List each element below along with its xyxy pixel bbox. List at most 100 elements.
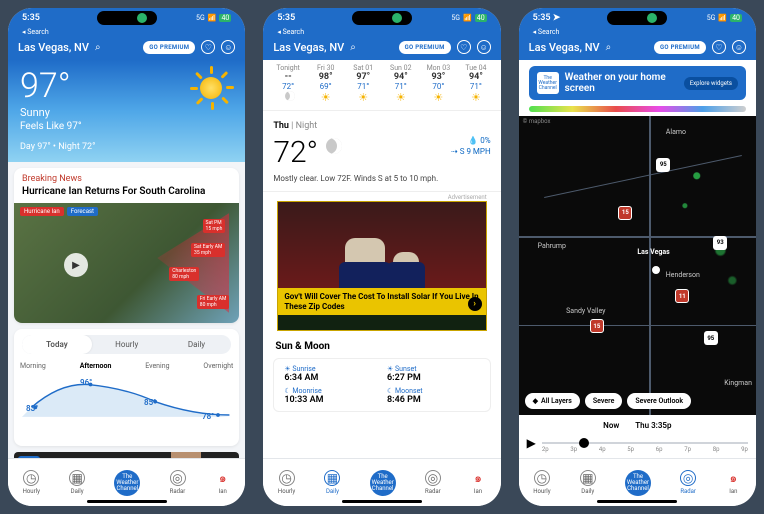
location-label[interactable]: Las Vegas, NV — [18, 41, 89, 54]
home-indicator — [342, 500, 422, 503]
chip-all-layers[interactable]: ◆ All Layers — [525, 393, 580, 409]
clock-icon: ◷ — [23, 470, 39, 486]
arrow-icon[interactable]: › — [468, 297, 482, 311]
tab-daily[interactable]: Daily — [162, 335, 232, 354]
city-label: Sandy Valley — [566, 307, 605, 315]
inline-ad[interactable]: Gov't Will Cover The Cost To Install Sol… — [277, 201, 486, 331]
avatar-icon[interactable]: ☺ — [477, 40, 491, 54]
moon-icon — [326, 138, 342, 154]
go-premium-button[interactable]: GO PREMIUM — [399, 41, 451, 54]
status-time: 5:35 — [22, 13, 40, 23]
hurricane-icon: ๑ — [470, 470, 486, 486]
sun-moon-card: ☀ Sunrise6:34 AM ☀ Sunset6:27 PM ☾ Moonr… — [273, 358, 490, 412]
tonight-detail: Thu | Night 72° 💧 0% ⇢ S 9 MPH Mostly cl… — [263, 111, 500, 192]
hurricane-icon: ๑ — [215, 470, 231, 486]
tonight-temp: 72° — [273, 135, 318, 170]
dynamic-island — [607, 11, 667, 25]
forecast-card: Today Hourly Daily Morning Afternoon Eve… — [14, 329, 239, 446]
go-premium-button[interactable]: GO PREMIUM — [143, 41, 195, 54]
back-search[interactable]: ◂ Search — [263, 28, 500, 36]
tab-home[interactable]: TheWeatherChannel — [625, 470, 651, 496]
chip-severe[interactable]: Severe — [585, 393, 622, 409]
bell-icon[interactable]: ♡ — [712, 40, 726, 54]
ad-headline: Gov't Will Cover The Cost To Install Sol… — [278, 288, 485, 315]
widget-promo[interactable]: TheWeatherChannel Weather on your home s… — [529, 66, 746, 100]
forecast-summary: Mostly clear. Low 72F. Winds S at 5 to 1… — [273, 174, 490, 183]
radar-icon: ◎ — [425, 470, 441, 486]
search-icon[interactable]: ⌕ — [350, 42, 356, 53]
tab-daily[interactable]: ▦Daily — [69, 470, 85, 495]
tab-hourly[interactable]: Hourly — [92, 335, 162, 354]
tab-daily[interactable]: ▦Daily — [324, 470, 340, 495]
radar-icon: ◎ — [680, 470, 696, 486]
tab-bar: ◷Hourly ▦Daily TheWeatherChannel ◎Radar … — [519, 458, 756, 506]
timeline-slider[interactable]: 2p3p4p5p6p7p8p9p — [542, 430, 748, 456]
back-search[interactable]: ◂ Search — [8, 28, 245, 36]
day-col[interactable]: Sun 0294°71°☀ — [382, 64, 420, 104]
sun-moon-title: Sun & Moon — [263, 337, 500, 356]
feels-like: Feels Like 97° — [20, 121, 233, 132]
tab-storm[interactable]: ๑Ian — [470, 470, 486, 495]
tab-daily[interactable]: ▦Daily — [580, 470, 596, 495]
us-route-shield-icon: 93 — [713, 236, 727, 250]
tab-hourly[interactable]: ◷Hourly — [23, 470, 40, 495]
radar-map[interactable]: © mapbox 15 15 11 95 95 93 Las Vegas Hen… — [519, 116, 756, 415]
us-route-shield-icon: 95 — [656, 158, 670, 172]
tab-storm[interactable]: ๑Ian — [215, 470, 231, 495]
breaking-label: Breaking News — [14, 168, 239, 186]
ad-image — [278, 202, 485, 288]
home-indicator — [87, 500, 167, 503]
tab-radar[interactable]: ◎Radar — [680, 470, 696, 495]
dynamic-island — [97, 11, 157, 25]
search-icon[interactable]: ⌕ — [606, 42, 612, 53]
day-col[interactable]: Fri 3098°69°☀ — [307, 64, 345, 104]
tab-today[interactable]: Today — [22, 335, 92, 354]
day-strip[interactable]: Tonight--72° Fri 3098°69°☀ Sat 0197°71°☀… — [263, 60, 500, 111]
play-icon[interactable]: ▶ — [64, 253, 88, 277]
app-header: Las Vegas, NV ⌕ GO PREMIUM ♡ ☺ — [8, 36, 245, 60]
app-header: Las Vegas, NV ⌕ GO PREMIUM ♡ ☺ — [519, 36, 756, 60]
storm-marker: Sat Early AM35 mph — [191, 243, 225, 257]
phone-radar: 5:35 ➤ 5G📶40 ◂ Search Las Vegas, NV ⌕ GO… — [519, 8, 756, 506]
day-night-temps: Day 97° • Night 72° — [20, 142, 233, 152]
home-indicator — [597, 500, 677, 503]
city-label: Kingman — [724, 379, 752, 387]
layer-chips: ◆ All Layers Severe Severe Outlook — [525, 393, 750, 409]
day-col[interactable]: Sat 0197°71°☀ — [344, 64, 382, 104]
city-label: Henderson — [666, 271, 700, 279]
tab-hourly[interactable]: ◷Hourly — [278, 470, 295, 495]
ad-label: Advertisement — [263, 192, 500, 201]
breaking-news-card[interactable]: Breaking News Hurricane Ian Returns For … — [14, 168, 239, 323]
day-col[interactable]: Mon 0393°70°☀ — [420, 64, 458, 104]
twc-logo-icon: TheWeatherChannel — [370, 470, 396, 496]
tab-home[interactable]: TheWeatherChannel — [114, 470, 140, 496]
tab-storm[interactable]: ๑Ian — [725, 470, 741, 495]
hurricane-icon: ๑ — [725, 470, 741, 486]
tab-hourly[interactable]: ◷Hourly — [533, 470, 550, 495]
tab-home[interactable]: TheWeatherChannel — [370, 470, 396, 496]
go-premium-button[interactable]: GO PREMIUM — [654, 41, 706, 54]
day-col[interactable]: Tonight--72° — [269, 64, 307, 104]
avatar-icon[interactable]: ☺ — [221, 40, 235, 54]
promo-text: Weather on your home screen — [565, 72, 678, 94]
us-route-shield-icon: 95 — [704, 331, 718, 345]
radar-icon: ◎ — [170, 470, 186, 486]
tab-radar[interactable]: ◎Radar — [425, 470, 441, 495]
day-col[interactable]: Tue 0494°71°☀ — [457, 64, 495, 104]
twc-logo-icon: TheWeatherChannel — [114, 470, 140, 496]
avatar-icon[interactable]: ☺ — [732, 40, 746, 54]
chip-severe-outlook[interactable]: Severe Outlook — [627, 393, 691, 409]
promo-cta-button[interactable]: Explore widgets — [684, 77, 738, 90]
precip-wind: 💧 0% ⇢ S 9 MPH — [451, 135, 491, 157]
app-header: Las Vegas, NV ⌕ GO PREMIUM ♡ ☺ — [263, 36, 500, 60]
bell-icon[interactable]: ♡ — [201, 40, 215, 54]
search-icon[interactable]: ⌕ — [95, 42, 101, 53]
city-label: Las Vegas — [637, 248, 669, 256]
back-search[interactable]: ◂ Search — [519, 28, 756, 36]
hurricane-map[interactable]: Hurricane Ian Forecast ▶ Sat PM15 mph Sa… — [14, 203, 239, 323]
storm-name-pill: Hurricane Ian — [20, 207, 64, 216]
bell-icon[interactable]: ♡ — [457, 40, 471, 54]
tab-radar[interactable]: ◎Radar — [170, 470, 186, 495]
play-icon[interactable]: ▶ — [527, 436, 536, 450]
city-label: Alamo — [666, 128, 686, 136]
